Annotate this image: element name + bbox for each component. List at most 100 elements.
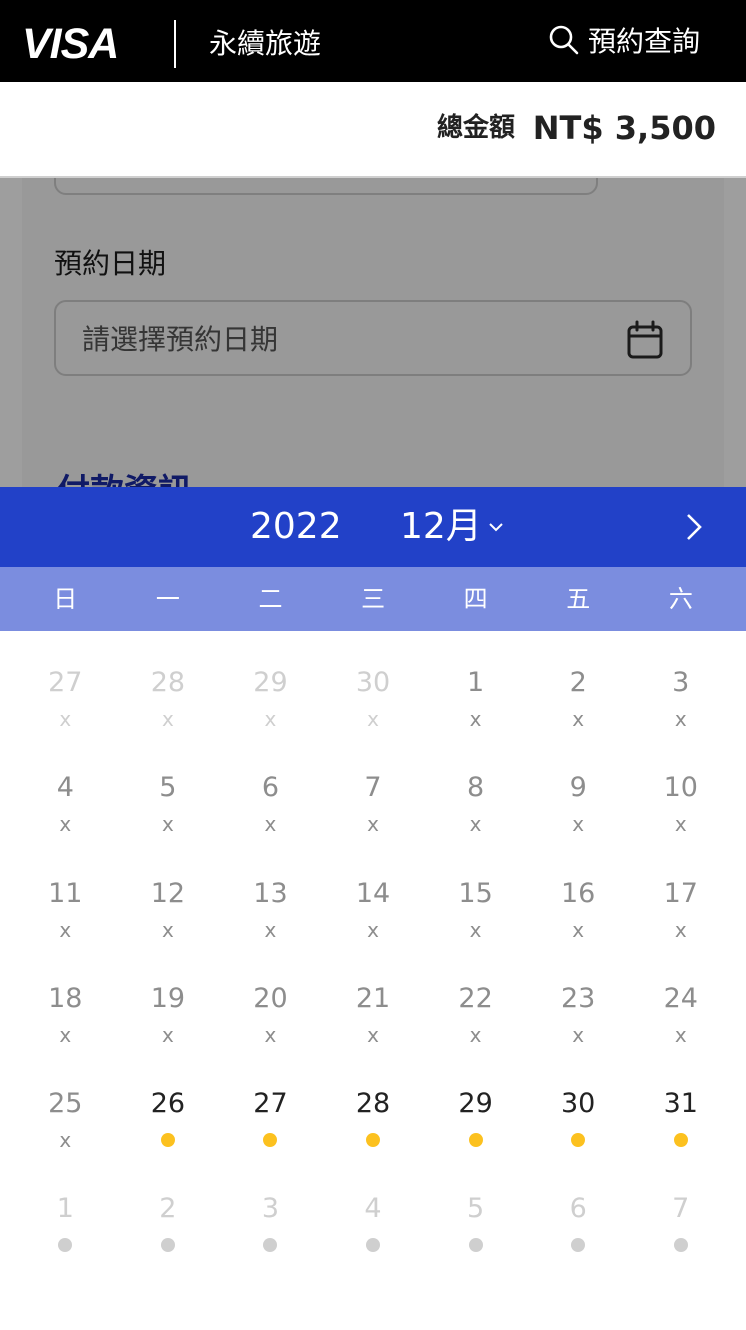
day-number: 25	[48, 1088, 83, 1120]
calendar-day-closed: 5x	[117, 736, 220, 841]
unavailable-mark: x	[367, 812, 379, 837]
next-month-dot	[673, 1238, 688, 1253]
day-number: 11	[48, 877, 83, 909]
day-number: 3	[672, 667, 690, 698]
day-number: 23	[561, 982, 596, 1014]
unavailable-mark: x	[674, 707, 687, 731]
booking-search-label: 預約查詢	[588, 25, 701, 58]
available-dot	[366, 1133, 381, 1148]
calendar-header: 2022 12月	[0, 487, 746, 567]
calendar-day-open[interactable]: 26	[117, 1052, 220, 1157]
unavailable-mark: x	[59, 1128, 72, 1153]
calendar-day-next: 7	[629, 1157, 732, 1262]
top-bar: VISA 永續旅遊 預約查詢	[0, 0, 746, 82]
next-month-dot	[58, 1238, 73, 1253]
calendar-day-closed: 9x	[527, 736, 630, 841]
day-number: 20	[253, 982, 288, 1014]
day-number: 7	[364, 772, 382, 804]
calendar-day-closed: 18 x	[14, 947, 117, 1052]
unavailable-mark: x	[367, 707, 379, 731]
booking-search-button[interactable]: 預約查詢	[548, 22, 700, 58]
day-number: 29	[458, 1088, 493, 1120]
day-number: 28	[150, 667, 186, 698]
search-icon	[549, 25, 579, 55]
unavailable-mark: x	[59, 707, 72, 731]
calendar-day-open[interactable]: 27	[219, 1052, 322, 1157]
weekday-label: 二	[258, 585, 283, 613]
day-number: 10	[663, 772, 698, 804]
calendar-week-row: 11 x 12 x 13 x 14 x 15 x 16 x 17 x	[14, 842, 732, 947]
calendar-day-closed: 25 x	[14, 1052, 117, 1157]
calendar-day-next: 5	[424, 1157, 527, 1262]
calendar-day-closed: 8x	[424, 736, 527, 841]
month-select[interactable]: 12月	[400, 505, 506, 549]
calendar-day-prev: 29 x	[219, 631, 322, 736]
calendar-day-closed: 22 x	[424, 947, 527, 1052]
next-month-button[interactable]	[680, 509, 708, 545]
day-number: 26	[150, 1088, 186, 1120]
day-number: 27	[253, 1088, 288, 1120]
visa-logo[interactable]: VISA	[22, 22, 119, 66]
weekday-label: 一	[155, 585, 180, 613]
weekday-label: 日	[53, 585, 78, 613]
next-month-dot	[366, 1238, 381, 1253]
available-dot	[571, 1133, 586, 1148]
unavailable-mark: x	[264, 917, 277, 942]
available-dot	[160, 1133, 175, 1148]
calendar-day-open[interactable]: 29	[424, 1052, 527, 1157]
day-number: 18	[48, 982, 83, 1014]
calendar-day-prev: 30 x	[322, 631, 425, 736]
day-number: 30	[561, 1088, 596, 1120]
unavailable-mark: x	[367, 1022, 379, 1047]
calendar-week-row: 1 2 3 4 5 6 7	[14, 1157, 732, 1262]
unavailable-mark: x	[469, 917, 482, 942]
calendar-day-closed: 14 x	[322, 842, 425, 947]
unavailable-mark: x	[59, 917, 72, 942]
calendar-day-closed: 7x	[322, 736, 425, 841]
day-number: 4	[56, 772, 74, 804]
unavailable-mark: x	[367, 917, 379, 942]
calendar-day-closed: 19 x	[117, 947, 220, 1052]
calendar-week-row: 4 x 5 x 6 x 7 x 8 x 9 x 10 x	[14, 736, 732, 841]
day-number: 5	[467, 1193, 485, 1225]
calendar-day-closed: 24 x	[629, 947, 732, 1052]
calendar-day-open[interactable]: 28	[322, 1052, 425, 1157]
calendar-day-closed: 21 x	[322, 947, 425, 1052]
unavailable-mark: x	[59, 1022, 72, 1047]
calendar-day-closed: 11 x	[14, 842, 117, 947]
calendar-icon	[627, 320, 663, 359]
date-input[interactable]: 請選擇預約日期	[54, 300, 692, 376]
total-bar: 總金額 NT$ 3,500	[0, 82, 746, 178]
calendar-day-prev: 28 x	[117, 631, 220, 736]
available-dot	[263, 1133, 278, 1148]
unavailable-mark: x	[674, 812, 687, 837]
day-number: 31	[663, 1088, 698, 1120]
day-number: 28	[355, 1088, 391, 1120]
unavailable-mark: x	[674, 917, 687, 942]
next-month-dot	[571, 1238, 586, 1253]
calendar-year[interactable]: 2022	[250, 505, 342, 549]
available-dot	[468, 1133, 483, 1148]
total-amount: NT$ 3,500	[532, 109, 716, 147]
unavailable-mark: x	[674, 1022, 687, 1047]
calendar-day-closed: 20 x	[219, 947, 322, 1052]
day-number: 27	[48, 667, 83, 698]
calendar-day-closed: 13 x	[219, 842, 322, 947]
calendar-day-open[interactable]: 31	[629, 1052, 732, 1157]
day-number: 30	[355, 667, 391, 698]
day-number: 14	[355, 877, 391, 909]
date-field-label: 預約日期	[54, 247, 167, 280]
day-number: 24	[663, 982, 698, 1014]
payment-section-title: 付款資訊	[56, 470, 192, 488]
calendar-day-closed: 12 x	[117, 842, 220, 947]
calendar-day-closed: 15 x	[424, 842, 527, 947]
weekday-label: 四	[463, 585, 488, 613]
calendar-day-open[interactable]: 30	[527, 1052, 630, 1157]
brand-title: 永續旅遊	[209, 27, 322, 60]
day-number: 6	[261, 772, 280, 804]
previous-input-field[interactable]	[54, 178, 598, 195]
day-number: 13	[253, 877, 288, 909]
day-number: 15	[458, 877, 493, 909]
unavailable-mark: x	[59, 812, 72, 837]
day-number: 29	[253, 667, 288, 698]
